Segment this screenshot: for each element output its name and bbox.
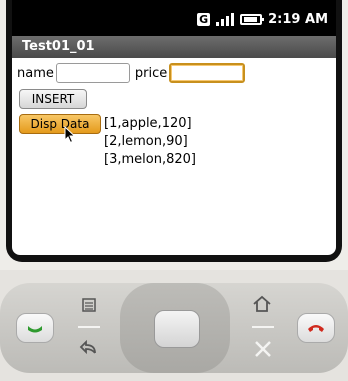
call-button[interactable] — [16, 313, 54, 343]
search-icon[interactable] — [253, 340, 273, 358]
dpad-center-button[interactable] — [154, 310, 200, 348]
name-label: name — [17, 65, 54, 81]
divider — [252, 326, 274, 328]
end-call-button[interactable] — [297, 313, 335, 343]
form-row: name price — [12, 62, 246, 84]
call-icon — [28, 326, 42, 333]
status-bar: G 2:19 AM — [12, 0, 336, 36]
insert-button[interactable]: INSERT — [19, 89, 87, 109]
result-row: [2,lemon,90] — [104, 134, 188, 149]
end-call-icon — [308, 325, 324, 332]
app-title: Test01_01 — [12, 36, 336, 58]
price-input[interactable] — [169, 63, 246, 83]
name-input[interactable] — [55, 63, 130, 83]
mouse-cursor-icon — [64, 126, 76, 144]
battery-icon — [240, 13, 265, 25]
home-icon[interactable] — [252, 295, 272, 313]
results-list: [1,apple,120] [2,lemon,90] [3,melon,820] — [104, 115, 196, 169]
divider — [78, 326, 100, 328]
status-clock: 2:19 AM — [268, 11, 328, 27]
disp-data-button[interactable]: Disp Data — [19, 114, 101, 134]
result-row: [3,melon,820] — [104, 152, 196, 167]
price-label: price — [134, 65, 168, 81]
device-frame: G 2:19 AM Test01_01 name price INSERT Di… — [0, 0, 348, 270]
signal-icon — [216, 12, 235, 26]
menu-icon[interactable] — [80, 297, 98, 313]
result-row: [1,apple,120] — [104, 116, 192, 131]
app-screen: G 2:19 AM Test01_01 name price INSERT Di… — [12, 0, 336, 255]
network-g-icon: G — [197, 12, 211, 26]
back-icon[interactable] — [79, 338, 99, 356]
